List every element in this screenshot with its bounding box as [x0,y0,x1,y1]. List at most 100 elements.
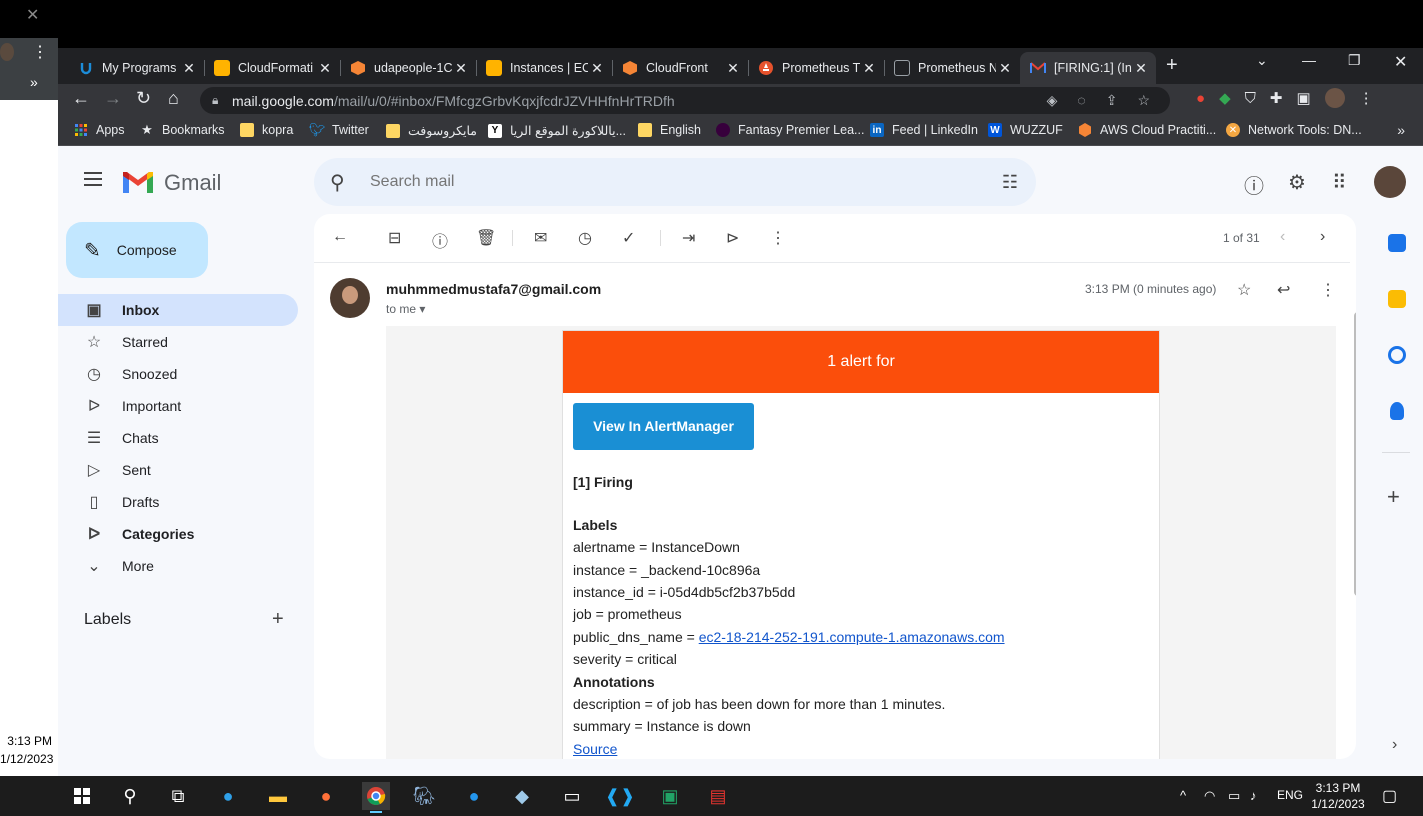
pdf-reader-icon[interactable]: ▤ [704,782,732,810]
firefox-icon[interactable]: ● [312,782,340,810]
language-indicator[interactable]: ENG [1277,788,1303,802]
tab-instances-ec2[interactable]: Instances | EC ✕ [476,52,612,84]
nav-chats[interactable]: ☰ Chats [58,422,298,454]
close-icon[interactable]: ✕ [26,5,39,25]
source-link[interactable]: Source [573,741,617,757]
chrome-menu-icon[interactable]: ⋮ [1359,89,1374,107]
nav-drafts[interactable]: ▯ Drafts [58,486,298,518]
nav-inbox[interactable]: ▣ Inbox [58,294,298,326]
reply-icon[interactable]: ↩ [1277,280,1290,300]
chrome-icon[interactable] [362,782,390,813]
gmail-logo-icon[interactable] [122,170,154,194]
tab-search-icon[interactable]: ⌄ [1256,52,1268,69]
volume-icon[interactable]: ♪ [1250,788,1257,803]
bookmark-english[interactable]: English [638,123,701,137]
bookmark-twitter[interactable]: 🐦︎ Twitter [309,122,369,137]
search-icon[interactable]: ⚲ [116,782,144,810]
calendar-icon[interactable] [1388,234,1406,252]
close-icon[interactable]: ✕ [316,60,334,77]
archive-icon[interactable]: ⊟ [388,228,401,248]
docker-icon[interactable]: ● [460,782,488,810]
snooze-icon[interactable]: ◷ [578,228,592,248]
move-to-icon[interactable]: ⇥ [682,228,695,248]
tasks-icon[interactable] [1388,346,1406,364]
edge-icon[interactable]: ● [214,782,242,810]
avatar[interactable] [0,43,14,61]
main-menu-icon[interactable] [84,172,102,186]
windows-start-icon[interactable] [68,782,96,810]
eye-icon[interactable]: ◈ [1047,92,1058,109]
tab-prometheus-node[interactable]: Prometheus N ✕ [884,52,1020,84]
bookmark-aws-cloud-practitioner[interactable]: AWS Cloud Practiti... [1078,123,1216,137]
back-icon[interactable]: ← [72,88,90,109]
bookmarks-overflow-icon[interactable]: » [1397,122,1405,138]
close-icon[interactable]: ✕ [588,60,606,77]
menu-icon[interactable]: ⋮ [32,42,48,62]
url-text[interactable]: mail.google.com/mail/u/0/#inbox/FMfcgzGr… [232,93,675,109]
message-scrollbar[interactable] [1354,312,1356,596]
profile-avatar[interactable] [1324,88,1345,108]
tab-my-programs[interactable]: My Programs ✕ [68,52,204,84]
close-icon[interactable]: ✕ [452,60,470,77]
bookmark-apps[interactable]: Apps [74,123,125,137]
label-as-icon[interactable]: ⊳ [726,228,739,248]
nav-starred[interactable]: ☆ Starred [58,326,298,358]
home-icon[interactable]: ⌂ [168,88,179,109]
bookmark-network-tools[interactable]: ✕ Network Tools: DN... [1226,123,1362,137]
extension-red-icon[interactable]: ● [1196,90,1205,107]
nav-important[interactable]: ᐅ Important [58,390,298,422]
older-icon[interactable]: › [1320,228,1325,246]
bookmark-fantasy-premier-league[interactable]: Fantasy Premier Lea... [716,123,864,137]
show-side-panel-icon[interactable]: › [1392,736,1397,754]
bookmark-bookmarks[interactable]: ★ Bookmarks [140,122,224,137]
taskbar-clock[interactable]: 3:13 PM 1/12/2023 [1302,780,1374,812]
public-dns-link[interactable]: ec2-18-214-252-191.compute-1.amazonaws.c… [699,629,1005,645]
extensions-puzzle-icon[interactable]: ✚ [1270,89,1283,107]
contacts-icon[interactable] [1390,402,1404,420]
tab-udapeople[interactable]: udapeople-1C ✕ [340,52,476,84]
message-more-icon[interactable]: ⋮ [1320,280,1336,300]
help-icon[interactable]: ⓘ [1244,170,1264,199]
search-icon[interactable]: ⚲ [330,170,345,195]
bookmark-kopra[interactable]: kopra [240,123,293,137]
search-options-icon[interactable]: ☷ [1002,172,1018,193]
minimize-icon[interactable]: — [1302,52,1316,68]
google-apps-icon[interactable]: ⠿ [1332,170,1347,195]
settings-gear-icon[interactable]: ⚙ [1288,170,1306,195]
lock-icon[interactable]: 🔒︎ [212,93,218,108]
close-icon[interactable]: ✕ [996,60,1014,77]
new-tab-icon[interactable]: + [1166,54,1178,77]
nav-more[interactable]: ⌄ More [58,550,298,582]
bookmark-microsoft[interactable]: مايكروسوفت [386,123,477,138]
more-actions-icon[interactable]: ⋮ [770,228,786,248]
delete-icon[interactable]: 🗑︎ [476,228,496,248]
nav-sent[interactable]: ▷ Sent [58,454,298,486]
tab-cloudfront[interactable]: CloudFront ✕ [612,52,748,84]
vscode-icon[interactable]: ❰❱ [605,782,635,810]
chevron-right-icon[interactable]: » [30,74,38,90]
compose-button[interactable]: ✎ Compose [66,222,208,278]
close-icon[interactable]: ✕ [180,60,198,77]
show-hidden-icons-icon[interactable]: ^ [1180,788,1186,803]
shield-icon[interactable]: ⛉ [1245,90,1256,107]
add-task-icon[interactable]: ✓ [622,228,635,248]
bookmark-star-icon[interactable]: ☆ [1137,92,1150,109]
bookmark-linkedin[interactable]: in Feed | LinkedIn [870,123,978,137]
excel-icon[interactable]: ▣ [656,782,684,810]
star-outline-icon[interactable]: ☆ [1237,280,1251,300]
reload-icon[interactable]: ↻ [136,88,151,109]
mark-unread-icon[interactable]: ✉ [534,228,547,248]
app-icon[interactable]: ◆ [508,782,536,810]
restore-icon[interactable]: ❐ [1348,52,1361,69]
sender-avatar[interactable] [330,278,370,318]
close-icon[interactable]: ✕ [1132,60,1150,77]
nav-snoozed[interactable]: ◷ Snoozed [58,358,298,390]
forward-icon[interactable]: → [104,88,122,109]
address-bar[interactable]: 🔒︎ mail.google.com/mail/u/0/#inbox/FMfcg… [200,87,1170,114]
back-to-inbox-icon[interactable]: ← [332,228,348,246]
bookmark-wuzzuf[interactable]: W WUZZUF [988,123,1063,137]
tab-prometheus-targets[interactable]: Prometheus T ✕ [748,52,884,84]
extension-green-icon[interactable]: ◆ [1219,89,1231,107]
recipient-details[interactable]: to me ▾ [386,302,425,316]
wifi-icon[interactable]: ◠ [1204,788,1215,804]
